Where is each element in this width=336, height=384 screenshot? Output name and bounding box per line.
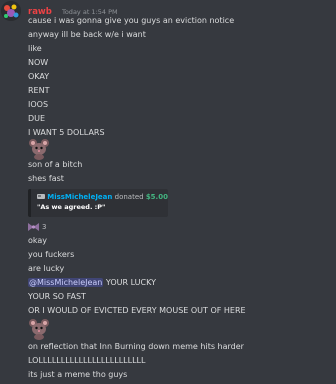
donation-note: "As we agreed. :P" (37, 203, 106, 211)
message-text: shes fast (28, 174, 64, 183)
donation-action: donated (114, 193, 144, 201)
message-text: OKAY (28, 72, 50, 81)
message-text: @MissMicheleJean YOUR LUCKY (28, 277, 156, 289)
message-text: IOOS (28, 100, 49, 109)
reaction-button[interactable]: 3 (28, 219, 46, 234)
donation-icon (37, 194, 45, 199)
message-text: son of a bitch (28, 160, 83, 169)
message-text: YOUR SO FAST (28, 292, 86, 301)
message-text: OR I WOULD OF EVICTED EVERY MOUSE OUT OF… (28, 306, 246, 315)
message-text: like (28, 44, 42, 53)
message-text: cause i was gonna give you guys an evict… (28, 16, 235, 25)
message-header: rawb Today at 1:54 PM (28, 2, 118, 17)
message-text: you fuckers (28, 250, 75, 259)
message-text: LOLLLLLLLLLLLLLLLLLLLLLLLL (28, 356, 146, 365)
message-text: anyway ill be back w/e i want (28, 30, 146, 39)
message-text: are lucky (28, 264, 65, 273)
message-text: DUE (28, 114, 46, 123)
donor-name[interactable]: MissMicheleJean (47, 193, 112, 201)
mouse-emoji-icon (29, 319, 49, 340)
mouse-emoji-icon (29, 139, 49, 160)
message-text: okay (28, 236, 48, 245)
avatar[interactable] (1, 1, 21, 21)
message-text: NOW (28, 58, 49, 67)
message-text: on reflection that Inn Burning down meme… (28, 342, 244, 351)
user-mention[interactable]: @MissMicheleJean (28, 278, 104, 287)
message-text: RENT (28, 86, 50, 95)
message-text: its just a meme tho guys (28, 370, 128, 379)
donation-amount: $5.00 (145, 193, 168, 201)
message-text-rest: YOUR LUCKY (103, 278, 156, 287)
reaction-count: 3 (42, 222, 47, 231)
donation-embed: MissMicheleJean donated $5.00 "As we agr… (28, 189, 168, 217)
bow-emoji-icon (28, 222, 39, 231)
